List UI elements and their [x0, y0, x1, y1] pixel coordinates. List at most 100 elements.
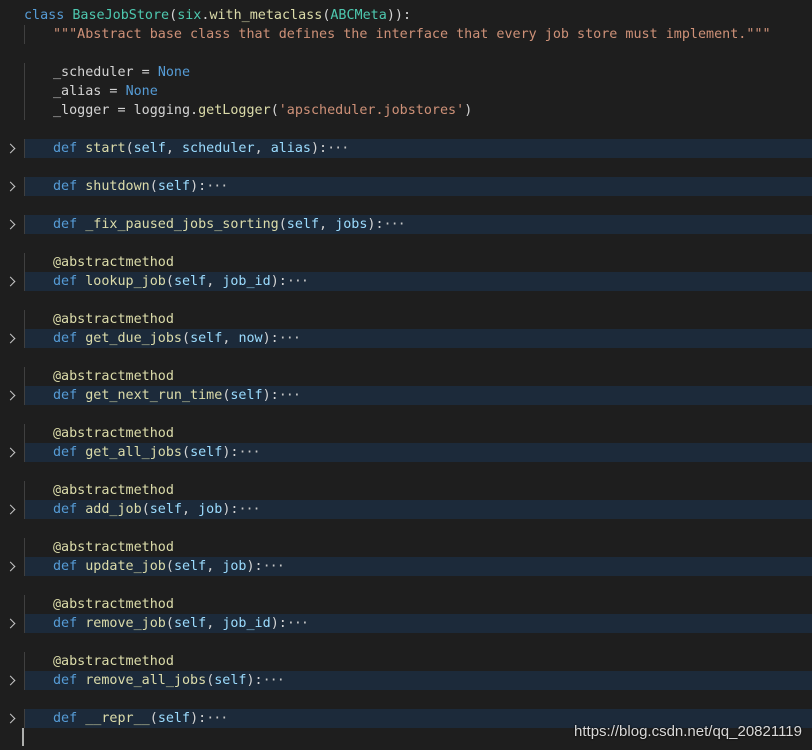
code-line[interactable] [0, 405, 812, 424]
token: ): [190, 711, 207, 726]
code-line[interactable]: class BaseJobStore(six.with_metaclass(AB… [0, 6, 812, 25]
token: ( [149, 711, 158, 726]
code-line[interactable]: @abstractmethod [0, 253, 812, 272]
folded-code-line[interactable]: def _fix_paused_jobs_sorting(self, jobs)… [0, 215, 812, 234]
code-line[interactable] [0, 690, 812, 709]
folded-code-line[interactable]: def get_due_jobs(self, now):··· [0, 329, 812, 348]
token: 'apscheduler.jobstores' [278, 103, 465, 118]
token: def [53, 445, 86, 460]
fold-toggle[interactable] [0, 671, 22, 690]
code-line[interactable] [0, 234, 812, 253]
code-line[interactable] [0, 44, 812, 63]
token: def [53, 217, 86, 232]
folded-code-line[interactable]: def get_all_jobs(self):··· [0, 443, 812, 462]
chevron-right-icon [5, 143, 16, 154]
token: remove_all_jobs [85, 673, 207, 688]
fold-ellipsis[interactable]: ··· [287, 616, 309, 631]
code-line[interactable] [0, 462, 812, 481]
token: ( [270, 103, 279, 118]
code-line[interactable]: _logger = logging.getLogger('apscheduler… [0, 101, 812, 120]
fold-toggle[interactable] [0, 329, 22, 348]
token: update_job [85, 559, 166, 574]
fold-ellipsis[interactable]: ··· [279, 331, 301, 346]
folded-code-line[interactable]: def start(self, scheduler, alias):··· [0, 139, 812, 158]
code-line[interactable]: @abstractmethod [0, 367, 812, 386]
fold-toggle[interactable] [0, 500, 22, 519]
fold-toggle[interactable] [0, 443, 22, 462]
code-text: _logger = logging.getLogger('apscheduler… [24, 101, 472, 120]
fold-toggle[interactable] [0, 614, 22, 633]
token: , [319, 217, 336, 232]
folded-code-line[interactable]: def lookup_job(self, job_id):··· [0, 272, 812, 291]
code-text: @abstractmethod [24, 424, 174, 443]
folded-code-line[interactable]: def remove_job(self, job_id):··· [0, 614, 812, 633]
fold-ellipsis[interactable]: ··· [206, 179, 228, 194]
code-line[interactable] [0, 120, 812, 139]
folded-code-line[interactable]: def add_job(self, job):··· [0, 500, 812, 519]
fold-ellipsis[interactable]: ··· [327, 141, 349, 156]
code-text: def add_job(self, job):··· [24, 500, 261, 519]
code-line[interactable] [0, 633, 812, 652]
code-text: def update_job(self, job):··· [24, 557, 285, 576]
code-line[interactable] [0, 348, 812, 367]
code-line[interactable]: @abstractmethod [0, 481, 812, 500]
chevron-right-icon [5, 181, 16, 192]
code-line[interactable]: @abstractmethod [0, 595, 812, 614]
code-line[interactable]: @abstractmethod [0, 538, 812, 557]
code-text: @abstractmethod [24, 595, 174, 614]
code-line[interactable]: @abstractmethod [0, 652, 812, 671]
code-line[interactable]: """Abstract base class that defines the … [0, 25, 812, 44]
fold-toggle[interactable] [0, 272, 22, 291]
fold-ellipsis[interactable]: ··· [263, 673, 285, 688]
token: self [149, 502, 182, 517]
fold-ellipsis[interactable]: ··· [238, 502, 260, 517]
fold-toggle[interactable] [0, 709, 22, 728]
folded-code-line[interactable]: def get_next_run_time(self):··· [0, 386, 812, 405]
code-text: def remove_all_jobs(self):··· [24, 671, 285, 690]
code-line[interactable] [0, 576, 812, 595]
token: self [173, 559, 207, 574]
code-line[interactable]: @abstractmethod [0, 424, 812, 443]
fold-ellipsis[interactable]: ··· [238, 445, 260, 460]
token: _scheduler = [53, 65, 158, 80]
token: self [157, 179, 191, 194]
fold-toggle[interactable] [0, 557, 22, 576]
fold-ellipsis[interactable]: ··· [279, 388, 301, 403]
code-text: def _fix_paused_jobs_sorting(self, jobs)… [24, 215, 406, 234]
token: ): [270, 274, 287, 289]
folded-code-line[interactable]: def update_job(self, job):··· [0, 557, 812, 576]
fold-toggle[interactable] [0, 139, 22, 158]
chevron-right-icon [5, 219, 16, 230]
code-line[interactable]: @abstractmethod [0, 310, 812, 329]
fold-ellipsis[interactable]: ··· [287, 274, 309, 289]
token: def [53, 141, 86, 156]
code-line[interactable] [0, 519, 812, 538]
token: start [85, 141, 126, 156]
folded-code-line[interactable]: def remove_all_jobs(self):··· [0, 671, 812, 690]
token: add_job [85, 502, 142, 517]
code-line[interactable] [0, 291, 812, 310]
code-line[interactable]: _alias = None [0, 82, 812, 101]
folded-code-line[interactable]: def shutdown(self):··· [0, 177, 812, 196]
fold-ellipsis[interactable]: ··· [206, 711, 228, 726]
fold-toggle[interactable] [0, 177, 22, 196]
token: ): [311, 141, 328, 156]
code-text: @abstractmethod [24, 367, 174, 386]
fold-toggle[interactable] [0, 215, 22, 234]
fold-ellipsis[interactable]: ··· [263, 559, 285, 574]
code-text: @abstractmethod [24, 538, 174, 557]
fold-toggle[interactable] [0, 386, 22, 405]
token: ( [182, 331, 191, 346]
token: scheduler [182, 141, 255, 156]
token: , [206, 616, 223, 631]
code-line[interactable] [0, 196, 812, 215]
code-line[interactable]: _scheduler = None [0, 63, 812, 82]
code-text: def remove_job(self, job_id):··· [24, 614, 309, 633]
code-editor[interactable]: class BaseJobStore(six.with_metaclass(AB… [0, 6, 812, 747]
token: ( [165, 559, 174, 574]
code-line[interactable] [0, 158, 812, 177]
token: @abstractmethod [53, 426, 174, 441]
fold-ellipsis[interactable]: ··· [384, 217, 406, 232]
token: None [125, 84, 158, 99]
token: ( [165, 616, 174, 631]
